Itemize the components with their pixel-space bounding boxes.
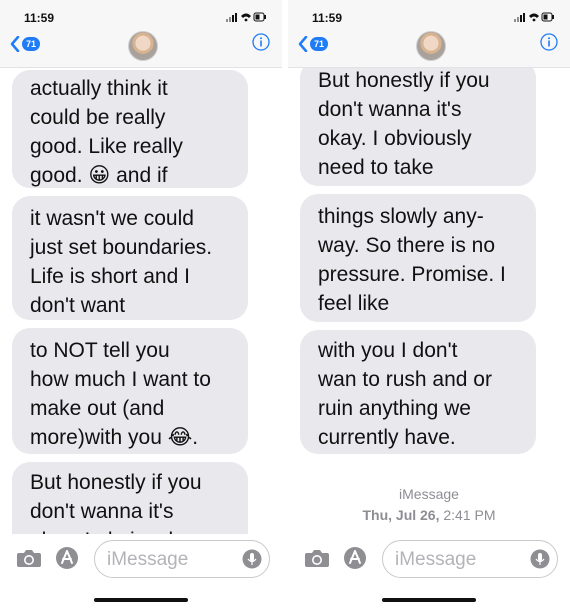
status-time: 11:59: [24, 11, 55, 25]
signal-wifi-battery-icon: [226, 12, 266, 22]
service-label: iMessage: [399, 486, 459, 502]
left-screen: actually think it could be really good. …: [0, 0, 282, 608]
home-indicator: [382, 598, 476, 602]
unread-count-badge: 71: [22, 37, 41, 51]
info-icon[interactable]: [540, 33, 558, 56]
message-thread[interactable]: But honestly if you don't wanna it's oka…: [288, 68, 570, 534]
camera-icon[interactable]: [16, 548, 42, 573]
status-time: 11:59: [312, 11, 343, 25]
message-input[interactable]: iMessage: [94, 540, 270, 578]
message-bubble[interactable]: it wasn't we could just set boundaries. …: [12, 196, 248, 320]
message-bubble[interactable]: with you I don't wan to rush and or ruin…: [300, 330, 536, 454]
message-thread[interactable]: actually think it could be really good. …: [0, 68, 282, 534]
date-text: Thu, Jul 26,: [362, 507, 440, 523]
contact-avatar[interactable]: [128, 31, 158, 61]
message-bubble[interactable]: to NOT tell you how much I want to make …: [12, 328, 248, 454]
message-input[interactable]: iMessage: [382, 540, 558, 578]
message-bubble[interactable]: things slowly any- way. So there is no p…: [300, 194, 536, 322]
input-placeholder: iMessage: [107, 549, 189, 570]
contact-avatar[interactable]: [416, 31, 446, 61]
app-store-icon[interactable]: [343, 546, 367, 575]
conversation-header: 11:59 71: [0, 0, 282, 68]
message-bubble[interactable]: actually think it could be really good. …: [12, 70, 248, 188]
timestamp-label: Thu, Jul 26, 2:41 PM: [288, 507, 570, 523]
unread-count-badge: 71: [310, 37, 329, 51]
conversation-header: 11:59 71: [288, 0, 570, 68]
microphone-icon[interactable]: [242, 549, 262, 574]
signal-wifi-battery-icon: [514, 12, 554, 22]
status-icons: [226, 11, 266, 23]
time-text: 2:41 PM: [443, 507, 496, 523]
message-composer: iMessage: [0, 534, 282, 608]
home-indicator: [94, 598, 188, 602]
chevron-left-icon: [298, 36, 308, 52]
camera-icon[interactable]: [304, 548, 330, 573]
chevron-left-icon: [10, 36, 20, 52]
info-icon[interactable]: [252, 33, 270, 56]
microphone-icon[interactable]: [530, 549, 550, 574]
message-composer: iMessage: [288, 534, 570, 608]
message-bubble[interactable]: But honestly if you don't wanna it's oka…: [300, 68, 536, 186]
message-bubble[interactable]: But honestly if you don't wanna it's oka…: [12, 462, 248, 534]
status-icons: [514, 11, 554, 23]
input-placeholder: iMessage: [395, 549, 477, 570]
right-screen: But honestly if you don't wanna it's oka…: [288, 0, 570, 608]
app-store-icon[interactable]: [55, 546, 79, 575]
back-button[interactable]: 71: [10, 34, 41, 54]
back-button[interactable]: 71: [298, 34, 329, 54]
